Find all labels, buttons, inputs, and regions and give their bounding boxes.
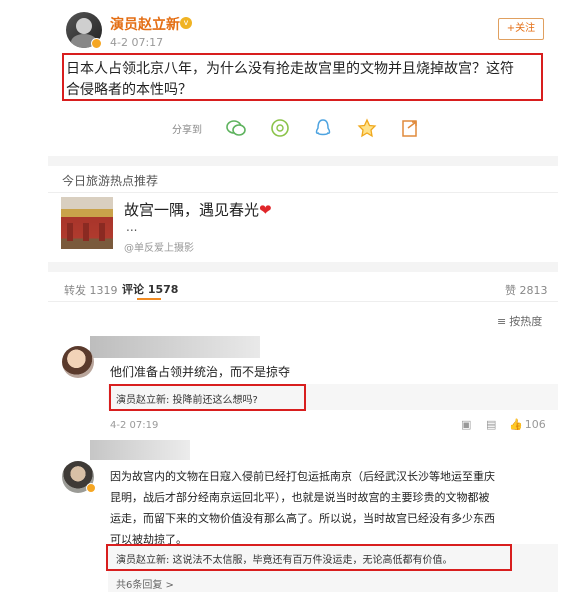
comment1-like-button[interactable]: 👍 106 xyxy=(509,418,546,431)
heart-icon: ❤ xyxy=(259,201,272,219)
wechat-icon[interactable] xyxy=(225,117,247,139)
comment1-like-count: 106 xyxy=(524,418,546,431)
comment1-share-icon[interactable]: ▣ xyxy=(461,418,471,431)
sort-label: 按热度 xyxy=(509,315,543,328)
tab-active-underline xyxy=(137,298,161,300)
recommend-card-title[interactable]: 故宫一隅，遇见春光❤ xyxy=(124,199,272,220)
moments-icon[interactable] xyxy=(269,117,291,139)
section-divider-2 xyxy=(48,262,558,272)
comment1-reply[interactable]: 演员赵立新: 投降前还这么想吗? xyxy=(116,391,258,406)
share-label: 分享到 xyxy=(172,125,202,136)
comment2-reply[interactable]: 演员赵立新: 这说法不太信服，毕竟还有百万件没运走，无论高低都有价值。 xyxy=(116,551,453,566)
sort-icon: ≡ xyxy=(497,314,507,328)
comment2-text-line1: 因为故宫内的文物在日寇入侵前已经打包运抵南京（后经武汉长沙等地运至重庆 xyxy=(110,470,495,483)
recommend-ellipsis: ... xyxy=(126,220,138,234)
post-text-line1: 日本人占领北京八年，为什么没有抢走故宫里的文物并且烧掉故宫？这符 xyxy=(66,61,514,77)
recommend-section-title: 今日旅游热点推荐 xyxy=(62,174,159,188)
follow-button[interactable]: +关注 xyxy=(498,18,544,40)
comment2-text-line2: 昆明，战后才部分经南京运回北平），也就是说当时故宫的主要珍贵的文物都被 xyxy=(110,491,490,504)
thumbs-up-icon: 👍 xyxy=(509,418,523,431)
post-text-line2: 合侵略者的本性吗？ xyxy=(66,82,192,98)
section-divider-1 xyxy=(48,156,558,166)
export-icon[interactable] xyxy=(399,117,421,139)
post-time[interactable]: 4-2 07:17 xyxy=(110,36,163,49)
qzone-icon[interactable] xyxy=(356,117,378,139)
comment2-name-band xyxy=(90,440,190,460)
comment2-verified-icon xyxy=(86,483,96,493)
tab-repost[interactable]: 转发 1319 xyxy=(64,282,118,298)
vip-icon: v xyxy=(180,17,192,29)
author-name[interactable]: 演员赵立新 xyxy=(110,14,180,34)
recommend-source[interactable]: @单反爱上摄影 xyxy=(124,239,194,254)
sort-by-hot-button[interactable]: ≡ 按热度 xyxy=(497,313,542,329)
comment1-avatar[interactable] xyxy=(62,346,94,378)
recommend-thumbnail[interactable] xyxy=(61,197,113,249)
qq-icon[interactable] xyxy=(312,117,334,139)
comment1-reply-text: 演员赵立新: 投降前还这么想吗? xyxy=(116,395,258,406)
comment1-reply-icon[interactable]: ▤ xyxy=(486,418,496,431)
comment1-name-band xyxy=(90,336,260,358)
comment1-text: 他们准备占领并统治，而不是掠夺 xyxy=(110,365,291,379)
recommend-title-text: 故宫一隅，遇见春光 xyxy=(124,201,260,219)
comment2-reply-text: 演员赵立新: 这说法不太信服，毕竟还有百万件没运走，无论高低都有价值。 xyxy=(116,555,453,566)
recommend-divider xyxy=(48,192,558,193)
comment2-more-replies-link[interactable]: 共6条回复 > xyxy=(116,576,174,591)
verified-badge-icon xyxy=(91,38,102,49)
tab-comments[interactable]: 评论 1578 xyxy=(122,281,178,297)
comment2-text-line3: 运走，而留下来的文物价值没有那么高了。所以说，当时故宫已经没有多少东西 xyxy=(110,512,495,525)
tabs-divider xyxy=(48,301,558,302)
tab-likes[interactable]: 赞 2813 xyxy=(505,282,548,298)
comment1-time: 4-2 07:19 xyxy=(110,420,159,431)
